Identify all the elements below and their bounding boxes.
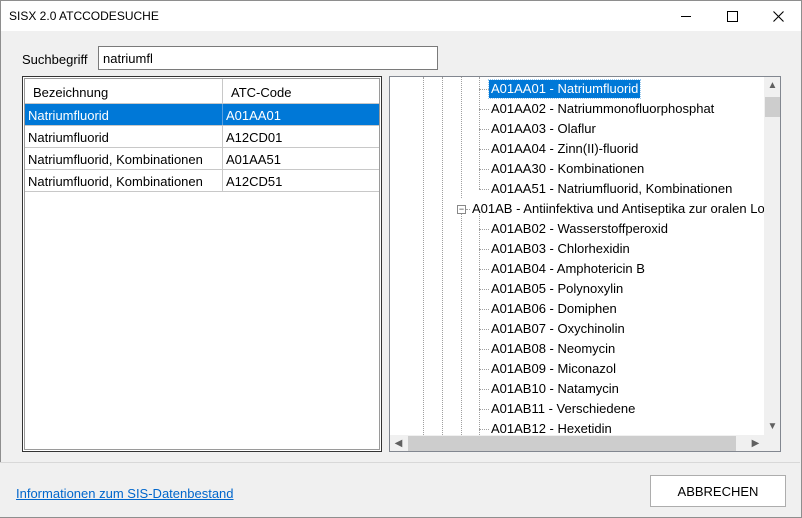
results-grid: Bezeichnung ATC-Code Natriumfluorid A01A… bbox=[22, 76, 382, 452]
cell-bezeichnung: Natriumfluorid bbox=[25, 104, 223, 125]
cell-atc-code: A12CD51 bbox=[226, 174, 283, 189]
tree-connector bbox=[479, 389, 489, 390]
cell-atc-code: A01AA01 bbox=[226, 108, 281, 123]
table-row[interactable]: Natriumfluorid, Kombinationen A01AA51 bbox=[25, 148, 379, 170]
atc-tree-view[interactable]: A01AA01 - Natriumfluorid A01AA02 - Natri… bbox=[389, 76, 781, 452]
tree-connector bbox=[479, 429, 489, 430]
tree-connector bbox=[479, 149, 489, 150]
tree-node[interactable]: A01AA51 - Natriumfluorid, Kombinationen bbox=[489, 180, 734, 198]
window-title: SISX 2.0 ATCCODESUCHE bbox=[9, 9, 159, 23]
minimize-button[interactable] bbox=[663, 1, 709, 31]
cancel-button[interactable]: ABBRECHEN bbox=[650, 475, 786, 507]
info-link[interactable]: Informationen zum SIS-Datenbestand bbox=[16, 486, 234, 501]
tree-connector bbox=[479, 349, 489, 350]
scroll-left-icon[interactable]: ◀ bbox=[390, 435, 407, 451]
tree-guide-line bbox=[442, 77, 443, 435]
tree-node-group[interactable]: A01AB - Antiinfektiva und Antiseptika zu… bbox=[470, 200, 764, 218]
tree-connector bbox=[479, 189, 489, 190]
tree-connector bbox=[479, 169, 489, 170]
tree-node[interactable]: A01AA30 - Kombinationen bbox=[489, 160, 646, 178]
maximize-button[interactable] bbox=[709, 1, 755, 31]
close-icon bbox=[772, 10, 784, 22]
cell-bezeichnung: Natriumfluorid bbox=[25, 126, 223, 147]
cell-bezeichnung: Natriumfluorid, Kombinationen bbox=[25, 170, 223, 191]
title-bar: SISX 2.0 ATCCODESUCHE bbox=[1, 1, 801, 31]
scroll-right-icon[interactable]: ▶ bbox=[747, 435, 764, 451]
tree-guide-line bbox=[461, 77, 462, 198]
close-button[interactable] bbox=[755, 1, 801, 31]
tree-connector bbox=[479, 289, 489, 290]
search-label: Suchbegriff bbox=[22, 52, 88, 67]
collapse-icon[interactable]: − bbox=[457, 205, 466, 214]
tree-node[interactable]: A01AB05 - Polynoxylin bbox=[489, 280, 625, 298]
cell-bezeichnung: Natriumfluorid, Kombinationen bbox=[25, 148, 223, 169]
scroll-up-icon[interactable]: ▲ bbox=[764, 77, 780, 94]
tree-connector bbox=[479, 249, 489, 250]
tree-node[interactable]: A01AB09 - Miconazol bbox=[489, 360, 618, 378]
column-header-atc-code[interactable]: ATC-Code bbox=[223, 79, 379, 103]
grid-header: Bezeichnung ATC-Code bbox=[25, 79, 379, 104]
tree-connector bbox=[479, 409, 489, 410]
tree-guide-line bbox=[461, 214, 462, 435]
horizontal-scroll-thumb[interactable] bbox=[408, 436, 736, 451]
minimize-icon bbox=[681, 15, 691, 17]
cell-atc-code: A01AA51 bbox=[226, 152, 281, 167]
tree-node[interactable]: A01AA01 - Natriumfluorid bbox=[487, 79, 642, 99]
tree-connector bbox=[479, 89, 489, 90]
scroll-down-icon[interactable]: ▼ bbox=[764, 418, 780, 435]
column-header-bezeichnung[interactable]: Bezeichnung bbox=[25, 79, 223, 103]
tree-content: A01AA01 - Natriumfluorid A01AA02 - Natri… bbox=[390, 77, 764, 435]
table-row[interactable]: Natriumfluorid A01AA01 bbox=[25, 104, 379, 126]
tree-connector bbox=[479, 129, 489, 130]
tree-guide-line bbox=[423, 77, 424, 435]
tree-guide-line bbox=[479, 214, 480, 435]
tree-node[interactable]: A01AB03 - Chlorhexidin bbox=[489, 240, 632, 258]
tree-connector bbox=[479, 229, 489, 230]
scrollbar-corner bbox=[764, 435, 780, 451]
tree-node[interactable]: A01AB02 - Wasserstoffperoxid bbox=[489, 220, 670, 238]
tree-node[interactable]: A01AB10 - Natamycin bbox=[489, 380, 621, 398]
tree-connector bbox=[479, 109, 489, 110]
search-input[interactable] bbox=[98, 46, 438, 70]
table-row[interactable]: Natriumfluorid A12CD01 bbox=[25, 126, 379, 148]
results-grid-body: Bezeichnung ATC-Code Natriumfluorid A01A… bbox=[24, 78, 380, 450]
tree-connector bbox=[479, 309, 489, 310]
tree-connector bbox=[479, 269, 489, 270]
vertical-scrollbar[interactable]: ▲ ▼ bbox=[764, 77, 780, 435]
maximize-icon bbox=[726, 10, 738, 22]
tree-node[interactable]: A01AB11 - Verschiedene bbox=[489, 400, 637, 418]
tree-node[interactable]: A01AB12 - Hexetidin bbox=[489, 420, 614, 435]
tree-node[interactable]: A01AA04 - Zinn(II)-fluorid bbox=[489, 140, 640, 158]
table-row[interactable]: Natriumfluorid, Kombinationen A12CD51 bbox=[25, 170, 379, 192]
tree-node[interactable]: A01AB04 - Amphotericin B bbox=[489, 260, 647, 278]
tree-node[interactable]: A01AA03 - Olaflur bbox=[489, 120, 598, 138]
horizontal-scrollbar[interactable]: ◀ ▶ bbox=[390, 435, 764, 451]
tree-node[interactable]: A01AB08 - Neomycin bbox=[489, 340, 617, 358]
vertical-scroll-thumb[interactable] bbox=[765, 97, 780, 117]
tree-node[interactable]: A01AB07 - Oxychinolin bbox=[489, 320, 627, 338]
cell-atc-code: A12CD01 bbox=[226, 130, 283, 145]
tree-connector bbox=[479, 329, 489, 330]
tree-node[interactable]: A01AA02 - Natriummonofluorphosphat bbox=[489, 100, 716, 118]
tree-guide-line bbox=[479, 77, 480, 189]
tree-node[interactable]: A01AB06 - Domiphen bbox=[489, 300, 619, 318]
tree-connector bbox=[479, 369, 489, 370]
